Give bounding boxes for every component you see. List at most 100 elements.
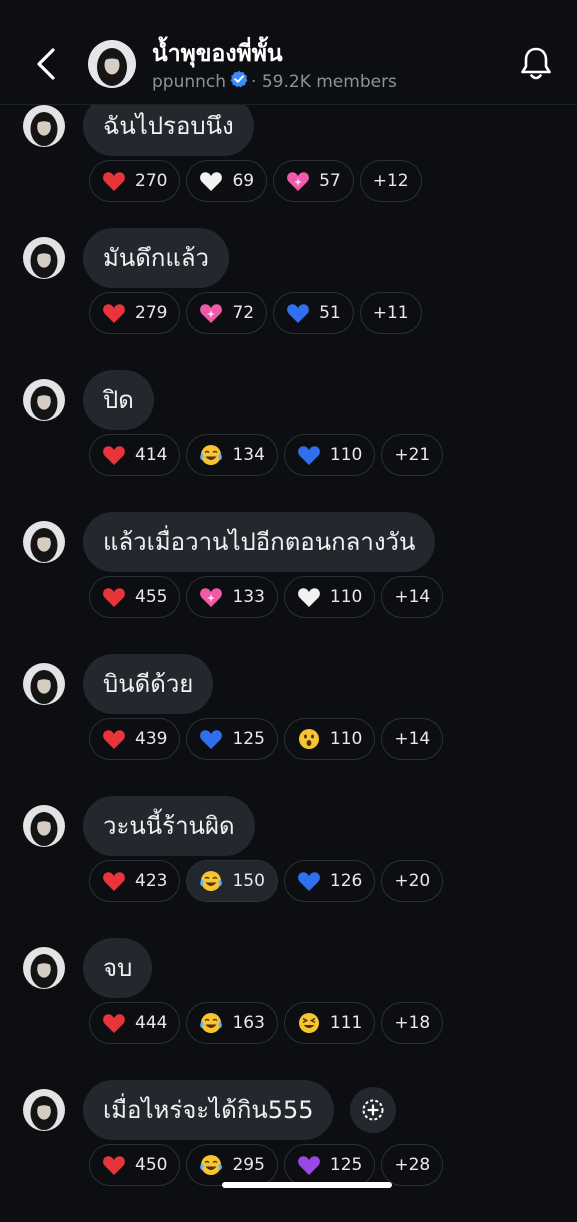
- purple-heart-icon: [297, 1154, 321, 1176]
- more-reactions-chip[interactable]: +20: [381, 860, 444, 902]
- message-item: แล้วเมื่อวานไปอีกตอนกลางวัน 455 133 110 +14: [0, 512, 577, 654]
- tears-of-joy-icon: [199, 1012, 223, 1034]
- message-item: มันดึกแล้ว 279 72 51 +11: [0, 228, 577, 370]
- message-bubble[interactable]: ฉันไปรอบนึง: [83, 96, 254, 156]
- chevron-left-icon: [37, 48, 55, 80]
- blue-heart-icon: [199, 728, 223, 750]
- verified-badge-icon: [230, 70, 248, 93]
- member-count: · 59.2K members: [251, 71, 397, 92]
- red-heart-icon: [102, 586, 126, 608]
- reaction-count: 270: [135, 171, 168, 191]
- message-bubble[interactable]: วะนนี้ร้านผิด: [83, 796, 255, 856]
- reaction-chip[interactable]: 125: [283, 1144, 376, 1186]
- sender-avatar[interactable]: [23, 105, 65, 147]
- red-heart-icon: [102, 728, 126, 750]
- reaction-chip[interactable]: 125: [186, 718, 278, 760]
- reaction-chip[interactable]: 150: [186, 860, 278, 902]
- red-heart-icon: [102, 444, 126, 466]
- reaction-count: 110: [329, 445, 363, 465]
- message-bubble[interactable]: เมื่อไหร่จะได้กิน555: [83, 1080, 334, 1140]
- reaction-chip[interactable]: 133: [186, 576, 278, 618]
- surprised-face-icon: [297, 728, 321, 750]
- message-bubble[interactable]: แล้วเมื่อวานไปอีกตอนกลางวัน: [83, 512, 436, 572]
- message-feed[interactable]: ฉันไปรอบนึง 270 69 57 +12 มันดึกแล้ว 279 72 51 +1…: [0, 0, 577, 1200]
- sender-avatar[interactable]: [23, 663, 65, 705]
- reaction-chip[interactable]: 414: [89, 434, 181, 476]
- reaction-chip[interactable]: 57: [273, 160, 354, 202]
- tears-of-joy-icon: [199, 870, 223, 892]
- reaction-count: 110: [329, 729, 363, 749]
- message-bubble[interactable]: บินดีด้วย: [83, 654, 214, 714]
- red-heart-icon: [102, 170, 126, 192]
- sender-avatar[interactable]: [23, 805, 65, 847]
- back-button[interactable]: [28, 42, 64, 86]
- red-heart-icon: [102, 1154, 126, 1176]
- message-item: วะนนี้ร้านผิด 423 150 126 +20: [0, 796, 577, 938]
- reaction-chip[interactable]: 270: [89, 160, 181, 202]
- reaction-chip[interactable]: 444: [89, 1002, 181, 1044]
- reaction-bar: 270 69 57 +12: [89, 160, 422, 202]
- blue-heart-icon: [297, 870, 321, 892]
- message-bubble[interactable]: จบ: [83, 938, 153, 998]
- reaction-bar: 444 163 111 +18: [89, 1002, 444, 1044]
- channel-avatar[interactable]: [88, 40, 136, 88]
- message-item: เมื่อไหร่จะได้กิน555 450 295 125 +28: [0, 1080, 577, 1222]
- blue-heart-icon: [286, 302, 310, 324]
- sender-avatar[interactable]: [23, 1089, 65, 1131]
- reaction-chip[interactable]: 110: [283, 576, 376, 618]
- sender-avatar[interactable]: [23, 947, 65, 989]
- more-reactions-chip[interactable]: +12: [359, 160, 422, 202]
- reaction-chip[interactable]: 423: [89, 860, 181, 902]
- more-reactions-chip[interactable]: +21: [381, 434, 444, 476]
- more-reactions-chip[interactable]: +18: [381, 1002, 444, 1044]
- reaction-chip[interactable]: 279: [89, 292, 181, 334]
- reaction-chip[interactable]: 295: [186, 1144, 278, 1186]
- squinting-face-icon: [297, 1012, 321, 1034]
- reaction-bar: 450 295 125 +28: [89, 1144, 444, 1186]
- reaction-chip[interactable]: 69: [186, 160, 268, 202]
- reaction-count: 125: [329, 1155, 363, 1175]
- white-heart-icon: [199, 170, 223, 192]
- reaction-count: 444: [135, 1013, 168, 1033]
- more-reactions-chip[interactable]: +14: [381, 718, 444, 760]
- white-heart-icon: [297, 586, 321, 608]
- reaction-chip[interactable]: 163: [186, 1002, 278, 1044]
- sender-avatar[interactable]: [23, 379, 65, 421]
- reaction-chip[interactable]: 455: [89, 576, 181, 618]
- reaction-count: 57: [319, 171, 341, 191]
- reaction-chip[interactable]: 110: [283, 434, 376, 476]
- message-item: ฉันไปรอบนึง 270 69 57 +12: [0, 96, 577, 238]
- reaction-bar: 439 125 110 +14: [89, 718, 444, 760]
- reaction-count: 163: [232, 1013, 265, 1033]
- more-reactions-chip[interactable]: +14: [381, 576, 444, 618]
- more-reactions-chip[interactable]: +11: [359, 292, 422, 334]
- reaction-count: 134: [232, 445, 265, 465]
- sender-avatar[interactable]: [23, 521, 65, 563]
- reaction-count: 423: [135, 871, 168, 891]
- blue-heart-icon: [297, 444, 321, 466]
- reaction-chip[interactable]: 110: [283, 718, 376, 760]
- reaction-count: 439: [135, 729, 168, 749]
- bell-icon: [521, 47, 551, 80]
- red-heart-icon: [102, 1012, 126, 1034]
- channel-title: น้ำพุของพี่พั้น: [152, 41, 283, 67]
- reaction-chip[interactable]: 51: [273, 292, 354, 334]
- home-indicator[interactable]: [222, 1182, 392, 1188]
- notification-button[interactable]: [516, 44, 556, 84]
- message-bubble[interactable]: ปิด: [83, 370, 154, 430]
- reaction-count: 295: [232, 1155, 265, 1175]
- reaction-chip[interactable]: 450: [89, 1144, 181, 1186]
- more-reactions-chip[interactable]: +28: [381, 1144, 444, 1186]
- reaction-chip[interactable]: 439: [89, 718, 181, 760]
- reaction-count: 111: [329, 1013, 363, 1033]
- reaction-chip[interactable]: 111: [283, 1002, 376, 1044]
- add-reaction-icon: [362, 1099, 384, 1121]
- add-reaction-button[interactable]: [350, 1087, 396, 1133]
- message-bubble[interactable]: มันดึกแล้ว: [83, 228, 229, 288]
- channel-handle: ppunnch: [152, 71, 227, 92]
- reaction-bar: 279 72 51 +11: [89, 292, 422, 334]
- sender-avatar[interactable]: [23, 237, 65, 279]
- reaction-chip[interactable]: 134: [186, 434, 278, 476]
- reaction-chip[interactable]: 126: [283, 860, 376, 902]
- reaction-chip[interactable]: 72: [186, 292, 268, 334]
